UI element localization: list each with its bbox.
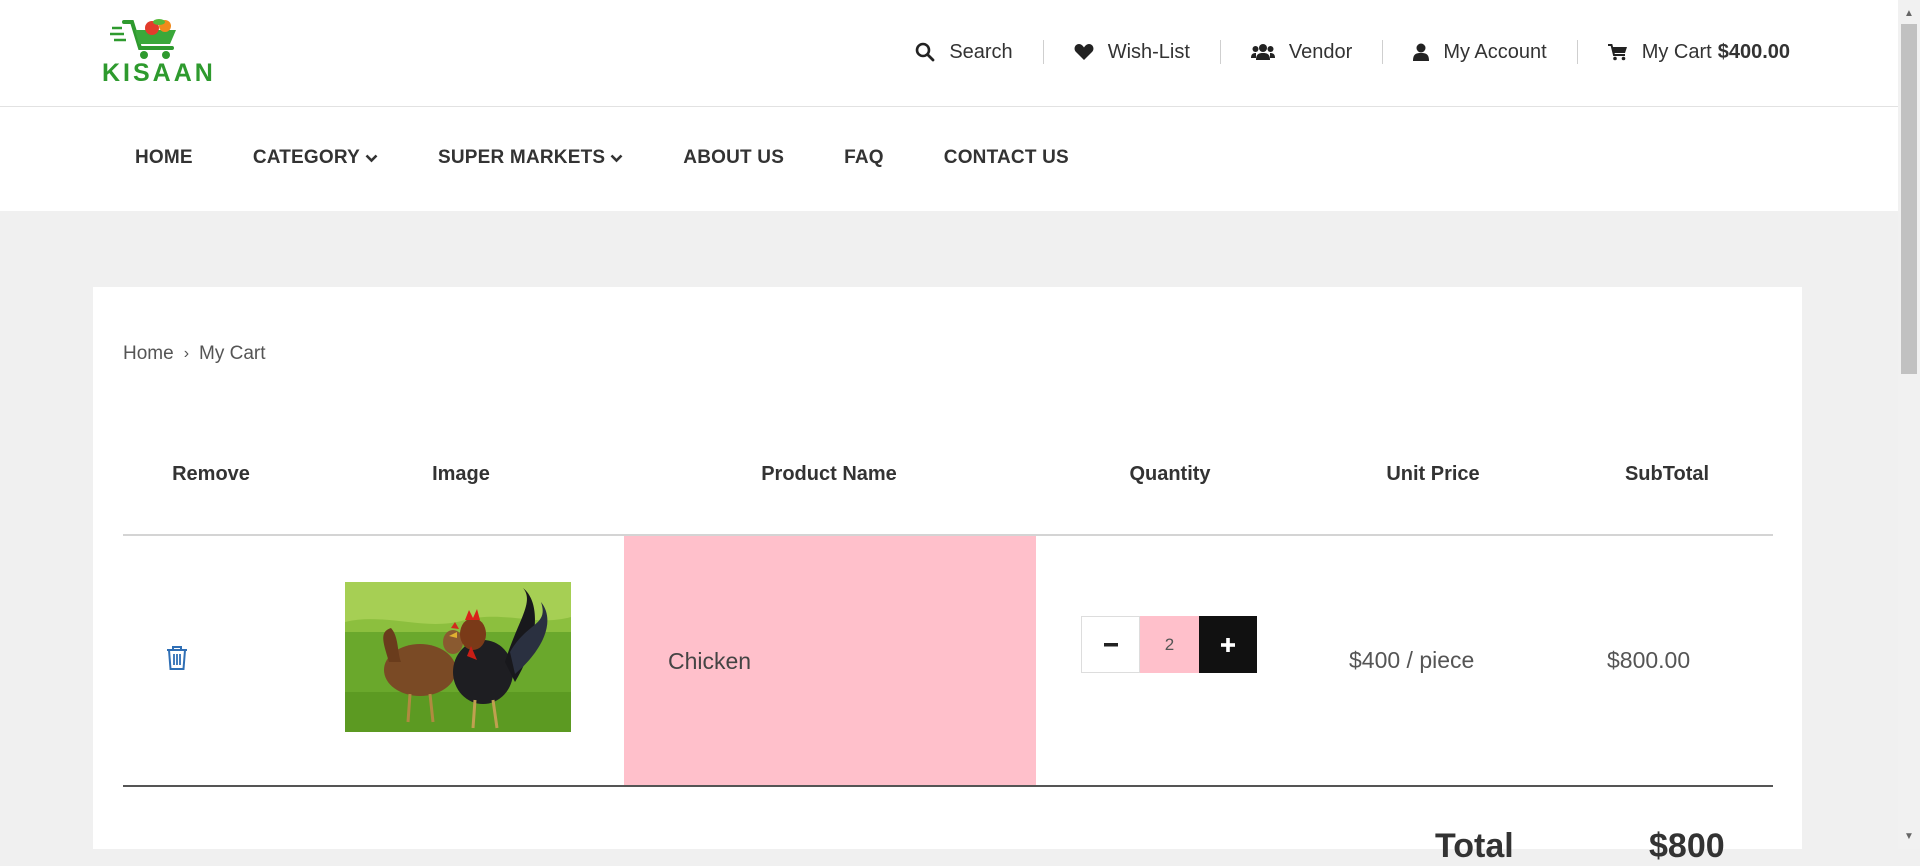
divider [1219, 40, 1221, 64]
total-value: $800 [1649, 827, 1725, 865]
cart-logo-icon [110, 19, 176, 59]
trash-icon [167, 646, 187, 670]
total-label: Total [1435, 827, 1514, 865]
top-links: Search Wish-List Vendor My Account My Ca… [915, 38, 1790, 66]
product-name-cell: Chicken [624, 536, 1036, 785]
wishlist-link[interactable]: Wish-List [1074, 41, 1190, 64]
nav-about-label: ABOUT US [683, 147, 785, 168]
chicken-photo [345, 582, 571, 732]
header-remove: Remove [172, 463, 250, 485]
breadcrumb-home[interactable]: Home [123, 343, 174, 365]
users-icon [1250, 44, 1275, 60]
scroll-down-arrow-icon[interactable]: ▼ [1898, 827, 1920, 845]
remove-item-button[interactable] [165, 645, 189, 676]
nav-contact-us[interactable]: CONTACT US [944, 147, 1069, 169]
search-link[interactable]: Search [915, 40, 1013, 64]
header-subtotal: SubTotal [1624, 463, 1710, 485]
wishlist-label: Wish-List [1107, 40, 1190, 63]
chevron-down-icon [610, 154, 623, 162]
product-name[interactable]: Chicken [668, 648, 751, 675]
header-image: Image [432, 463, 490, 485]
chevron-down-icon [365, 154, 378, 162]
kisaan-logo[interactable]: KISAAN [102, 14, 214, 88]
table-row-divider [123, 785, 1773, 787]
nav-super-markets-label: SUPER MARKETS [437, 147, 606, 168]
divider [1042, 40, 1044, 64]
nav-category-label: CATEGORY [252, 147, 360, 168]
header-quantity: Quantity [1129, 463, 1211, 485]
divider [1382, 40, 1384, 64]
user-icon [1413, 43, 1430, 61]
my-cart-link[interactable]: My Cart $400.00 [1607, 40, 1790, 64]
cart-total: $400.00 [1717, 40, 1790, 63]
breadcrumb: Home › My Cart [123, 343, 266, 365]
header-unit-price: Unit Price [1386, 463, 1480, 485]
top-header: KISAAN Search Wish-List Vendor My Accoun… [0, 0, 1898, 107]
my-account-label: My Account [1443, 40, 1547, 63]
nav-category[interactable]: CATEGORY [253, 147, 378, 169]
cart-icon [1607, 44, 1627, 61]
search-label: Search [949, 40, 1013, 63]
nav-contact-label: CONTACT US [943, 147, 1069, 168]
divider [1576, 40, 1578, 64]
quantity-value[interactable]: 2 [1140, 616, 1199, 673]
nav-faq-label: FAQ [844, 147, 884, 168]
brand-name: KISAAN [102, 59, 216, 87]
subtotal: $800.00 [1607, 647, 1691, 673]
product-image [345, 582, 571, 732]
cart-panel: Home › My Cart Remove Image Product Name… [93, 287, 1802, 865]
header-product-name: Product Name [761, 463, 897, 485]
scroll-up-arrow-icon[interactable]: ▲ [1898, 4, 1920, 22]
vendor-link[interactable]: Vendor [1250, 40, 1353, 64]
chevron-right-icon: › [183, 345, 190, 362]
nav-home-label: HOME [135, 147, 193, 168]
search-icon [916, 42, 935, 62]
minus-icon [1103, 642, 1118, 646]
heart-icon [1074, 44, 1094, 60]
main-nav: HOME CATEGORY SUPER MARKETS ABOUT US FAQ… [0, 107, 1898, 211]
nav-faq[interactable]: FAQ [844, 147, 884, 169]
page-scrollbar[interactable]: ▲ ▼ [1898, 0, 1920, 849]
quantity-stepper: 2 [1081, 616, 1257, 673]
increase-quantity-button[interactable] [1199, 616, 1257, 673]
my-cart-label: My Cart [1641, 40, 1712, 63]
unit-price: $400 / piece [1349, 647, 1475, 673]
decrease-quantity-button[interactable] [1081, 616, 1140, 673]
nav-about-us[interactable]: ABOUT US [683, 147, 784, 169]
plus-icon [1221, 637, 1235, 652]
nav-home[interactable]: HOME [135, 147, 193, 169]
nav-super-markets[interactable]: SUPER MARKETS [438, 147, 623, 169]
my-account-link[interactable]: My Account [1413, 40, 1547, 64]
scroll-thumb[interactable] [1901, 24, 1917, 374]
vendor-label: Vendor [1288, 40, 1353, 63]
breadcrumb-current: My Cart [199, 343, 266, 364]
